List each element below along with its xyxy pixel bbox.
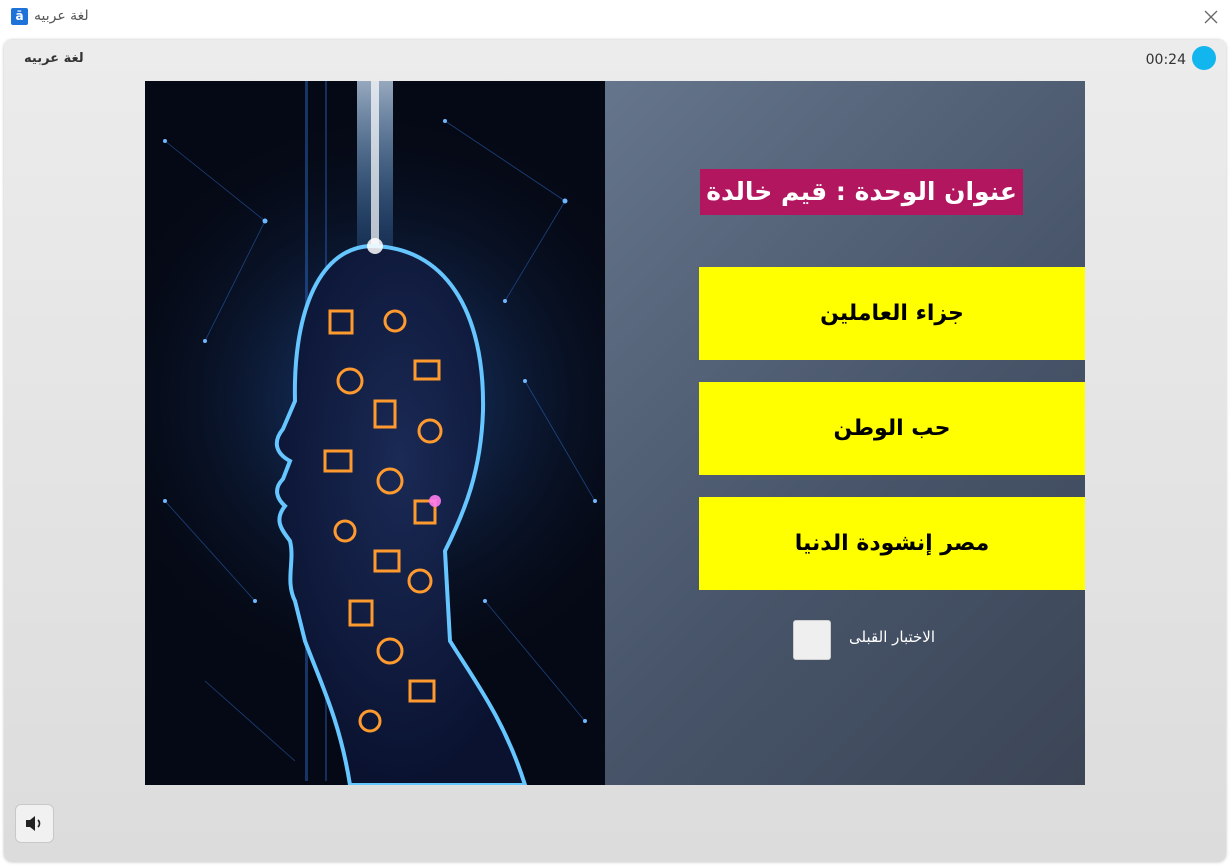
player-panel: لغة عربيه 00:24 عنوان الوحدة: قيم خالدة…	[4, 40, 1226, 862]
slide: عنوان الوحدة : قيم خالدة جزاء العاملين ح…	[145, 81, 1085, 785]
slide-content: عنوان الوحدة : قيم خالدة جزاء العاملين ح…	[605, 81, 1085, 785]
lesson-button-1[interactable]: جزاء العاملين	[699, 267, 1085, 360]
close-icon[interactable]	[1204, 10, 1218, 24]
lesson-button-2[interactable]: حب الوطن	[699, 382, 1085, 475]
timer-progress-icon	[1192, 46, 1216, 70]
window-title: لغة عربيه	[34, 8, 89, 24]
window-titlebar: ā لغة عربيه	[0, 0, 1232, 36]
speaker-icon	[26, 816, 41, 831]
audio-button[interactable]	[15, 804, 54, 843]
digital-head-illustration	[145, 81, 605, 785]
app-icon: ā	[11, 8, 28, 25]
course-title: لغة عربيه	[24, 51, 84, 66]
pretest-label: الاختبار القبلى	[849, 628, 935, 646]
timer-text: 00:24	[1145, 52, 1186, 68]
unit-title: عنوان الوحدة : قيم خالدة	[700, 169, 1023, 215]
lesson-button-3[interactable]: مصر إنشودة الدنيا	[699, 497, 1085, 590]
pretest-checkbox[interactable]	[793, 620, 831, 660]
